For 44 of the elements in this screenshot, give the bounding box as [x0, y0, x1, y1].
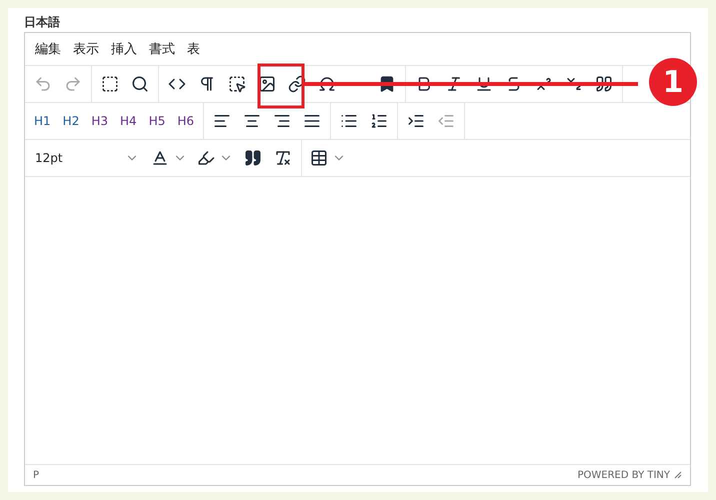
- font-size-select[interactable]: 12pt: [29, 143, 145, 173]
- menu-item[interactable]: 書式: [145, 36, 179, 62]
- blocks-icon: [228, 75, 246, 93]
- omega-icon: [318, 75, 336, 93]
- indent-icon: [407, 112, 426, 130]
- select-all-icon: [101, 75, 119, 93]
- branding-text: POWERED BY TINY: [578, 470, 670, 480]
- italic-icon: [445, 75, 463, 93]
- justify-icon: [303, 112, 322, 130]
- text-color-icon: [151, 149, 169, 167]
- element-path: P: [33, 470, 40, 480]
- pilcrow-icon: [198, 75, 216, 93]
- quote-icon: [595, 75, 613, 93]
- underline-icon: [475, 75, 493, 93]
- bullet-list-icon: [340, 112, 358, 130]
- heading-button[interactable]: H1: [29, 106, 56, 136]
- quote-icon: [244, 149, 262, 167]
- align-right-icon: [273, 112, 292, 130]
- menu-item[interactable]: 挿入: [107, 36, 141, 62]
- redo-icon: [64, 75, 82, 93]
- align-center-icon: [243, 112, 262, 130]
- menu-item[interactable]: 編集: [31, 36, 65, 62]
- search-icon: [131, 75, 149, 93]
- callout-badge: 1: [649, 58, 697, 106]
- heading-button[interactable]: H4: [115, 106, 142, 136]
- number-list-icon: [370, 112, 388, 130]
- heading-button[interactable]: H2: [58, 106, 84, 136]
- field-label: 日本語: [24, 14, 61, 31]
- menu-item[interactable]: 表: [183, 36, 204, 62]
- link-icon: [288, 75, 306, 93]
- heading-button[interactable]: H3: [86, 106, 114, 136]
- clear-format-icon: [274, 149, 292, 167]
- align-left-icon: [213, 112, 232, 130]
- heading-button[interactable]: H5: [144, 106, 170, 136]
- outdent-icon: [437, 112, 456, 130]
- undo-icon: [34, 75, 52, 93]
- menu-item[interactable]: 表示: [69, 36, 103, 62]
- resize-handle-icon[interactable]: [674, 471, 682, 479]
- subscript-icon: [565, 75, 583, 93]
- highlighter-icon: [197, 149, 215, 167]
- superscript-icon: [535, 75, 553, 93]
- heading-button[interactable]: H6: [172, 106, 200, 136]
- table-icon: [310, 149, 328, 167]
- image-icon: [258, 75, 276, 93]
